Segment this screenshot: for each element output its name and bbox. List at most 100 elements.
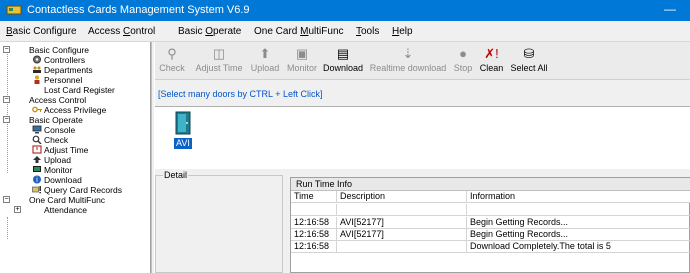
tree-node-access-privilege[interactable]: Access Privilege <box>0 105 150 115</box>
download-icon: ▤ <box>336 46 350 61</box>
tree-node-basic-configure[interactable]: − Basic Configure <box>0 45 150 55</box>
departments-icon <box>33 66 41 73</box>
navigation-tree: − Basic Configure Controllers Department… <box>0 42 151 273</box>
doors-panel: AVI <box>155 106 690 169</box>
tree-node-label: Adjust Time <box>44 145 89 155</box>
tree-node-download[interactable]: i Download <box>0 175 150 185</box>
download-button-label: Download <box>323 63 364 73</box>
table-row[interactable]: 12:16:58 Download Completely.The total i… <box>291 241 690 253</box>
tree-node-attendance[interactable]: + Attendance <box>0 205 150 215</box>
collapse-icon[interactable]: − <box>3 196 10 203</box>
controllers-icon <box>33 55 41 64</box>
table-row[interactable]: 12:16:58 AVI[52177] Begin Getting Record… <box>291 229 690 241</box>
tree-node-controllers[interactable]: Controllers <box>0 55 150 65</box>
tree-node-monitor[interactable]: Monitor <box>0 165 150 175</box>
monitor-button[interactable]: ▣ Monitor <box>285 44 319 78</box>
collapse-icon[interactable]: − <box>3 116 10 123</box>
window-title: Contactless Cards Management System V6.9 <box>27 4 250 16</box>
tree-node-label: Basic Operate <box>29 115 83 125</box>
tree-node-lost-card-register[interactable]: Lost Card Register <box>0 85 150 95</box>
adjust-time-icon <box>32 145 42 154</box>
upload-icon <box>33 156 41 163</box>
realtime-download-icon: ⇣ <box>402 46 414 61</box>
cell-time: 12:16:58 <box>291 229 337 241</box>
cell-information: Begin Getting Records... <box>470 229 569 239</box>
tree-node-label: Console <box>44 125 76 135</box>
stop-button[interactable]: ● Stop <box>452 44 474 78</box>
menu-basic-configure[interactable]: Basic Configure <box>6 26 77 37</box>
cell-information: Begin Getting Records... <box>470 217 569 227</box>
column-header-description[interactable]: Description <box>337 191 467 203</box>
upload-button-label: Upload <box>250 63 280 73</box>
collapse-icon[interactable]: − <box>3 46 10 53</box>
upload-icon: ⬆ <box>259 46 271 61</box>
tree-node-console[interactable]: Console <box>0 125 150 135</box>
monitor-icon: ▣ <box>295 46 309 61</box>
tree-node-basic-operate[interactable]: − Basic Operate <box>0 115 150 125</box>
tree-node-access-control[interactable]: − Access Control <box>0 95 150 105</box>
stop-button-label: Stop <box>453 63 473 73</box>
select-all-icon: ⛁ <box>523 46 535 61</box>
adjust-time-button-label: Adjust Time <box>195 63 243 73</box>
menu-basic-operate[interactable]: Basic Operate <box>178 26 241 37</box>
stop-icon: ● <box>459 46 467 61</box>
tree-node-one-card-multifunc[interactable]: − One Card MultiFunc <box>0 195 150 205</box>
selection-hint: [Select many doors by CTRL + Left Click] <box>158 89 323 99</box>
menu-tools[interactable]: Tools <box>356 26 379 37</box>
tree-node-adjust-time[interactable]: Adjust Time <box>0 145 150 155</box>
toolbar: ⚲ Check ◫ Adjust Time ⬆ Upload ▣ Monitor… <box>155 42 690 80</box>
table-row[interactable] <box>291 204 690 216</box>
cell-description <box>337 241 467 253</box>
svg-text:i: i <box>36 176 38 184</box>
minimize-button[interactable]: — <box>664 2 676 16</box>
tree-node-label: Personnel <box>44 75 83 85</box>
adjust-time-icon: ◫ <box>212 46 226 61</box>
check-button[interactable]: ⚲ Check <box>159 44 185 78</box>
tree-node-check[interactable]: Check <box>0 135 150 145</box>
clean-button-label: Clean <box>479 63 504 73</box>
tree-node-label: Access Control <box>29 95 87 105</box>
runtime-info-panel: Run Time Info Time Description Informati… <box>290 177 690 273</box>
select-all-button-label: Select All <box>510 63 548 73</box>
monitor-icon <box>33 166 41 172</box>
cell-description <box>337 204 467 216</box>
door-icon <box>175 111 191 135</box>
cell-information: Download Completely.The total is 5 <box>470 241 611 251</box>
column-header-time[interactable]: Time <box>291 191 337 203</box>
selection-hint-bar: [Select many doors by CTRL + Left Click] <box>155 80 690 106</box>
realtime-download-button[interactable]: ⇣ Realtime download <box>369 44 447 78</box>
clean-icon: ✗! <box>484 46 499 61</box>
cell-time <box>291 204 337 216</box>
tree-node-query-card-records[interactable]: Query Card Records <box>0 185 150 195</box>
select-all-button[interactable]: ⛁ Select All <box>509 44 549 78</box>
cell-time: 12:16:58 <box>291 217 337 229</box>
tree-node-upload[interactable]: Upload <box>0 155 150 165</box>
menu-one-card-multifunc[interactable]: One Card MultiFunc <box>254 26 344 37</box>
download-button[interactable]: ▤ Download <box>323 44 363 78</box>
menu-help[interactable]: Help <box>392 26 413 37</box>
tree-node-departments[interactable]: Departments <box>0 65 150 75</box>
check-icon: ⚲ <box>167 46 177 61</box>
table-row[interactable]: 12:16:58 AVI[52177] Begin Getting Record… <box>291 217 690 229</box>
query-records-icon <box>32 186 41 194</box>
door-label: AVI <box>174 138 192 149</box>
key-icon <box>32 106 42 113</box>
upload-button[interactable]: ⬆ Upload <box>250 44 280 78</box>
detail-legend: Detail <box>163 170 189 180</box>
splitter[interactable] <box>151 42 154 273</box>
tree-node-label: Monitor <box>44 165 73 175</box>
tree-node-label: Controllers <box>44 55 86 65</box>
column-header-information[interactable]: Information <box>467 191 690 203</box>
cell-description: AVI[52177] <box>337 217 467 229</box>
collapse-icon[interactable]: − <box>3 96 10 103</box>
clean-button[interactable]: ✗! Clean <box>478 44 505 78</box>
tree-node-label: Lost Card Register <box>44 85 115 95</box>
tree-node-label: Departments <box>44 65 93 75</box>
detail-group: Detail <box>155 170 283 273</box>
monitor-button-label: Monitor <box>286 63 317 73</box>
cell-description: AVI[52177] <box>337 229 467 241</box>
adjust-time-button[interactable]: ◫ Adjust Time <box>193 44 245 78</box>
tree-node-personnel[interactable]: Personnel <box>0 75 150 85</box>
expand-icon[interactable]: + <box>14 206 21 213</box>
menu-access-control[interactable]: Access Control <box>88 26 155 37</box>
